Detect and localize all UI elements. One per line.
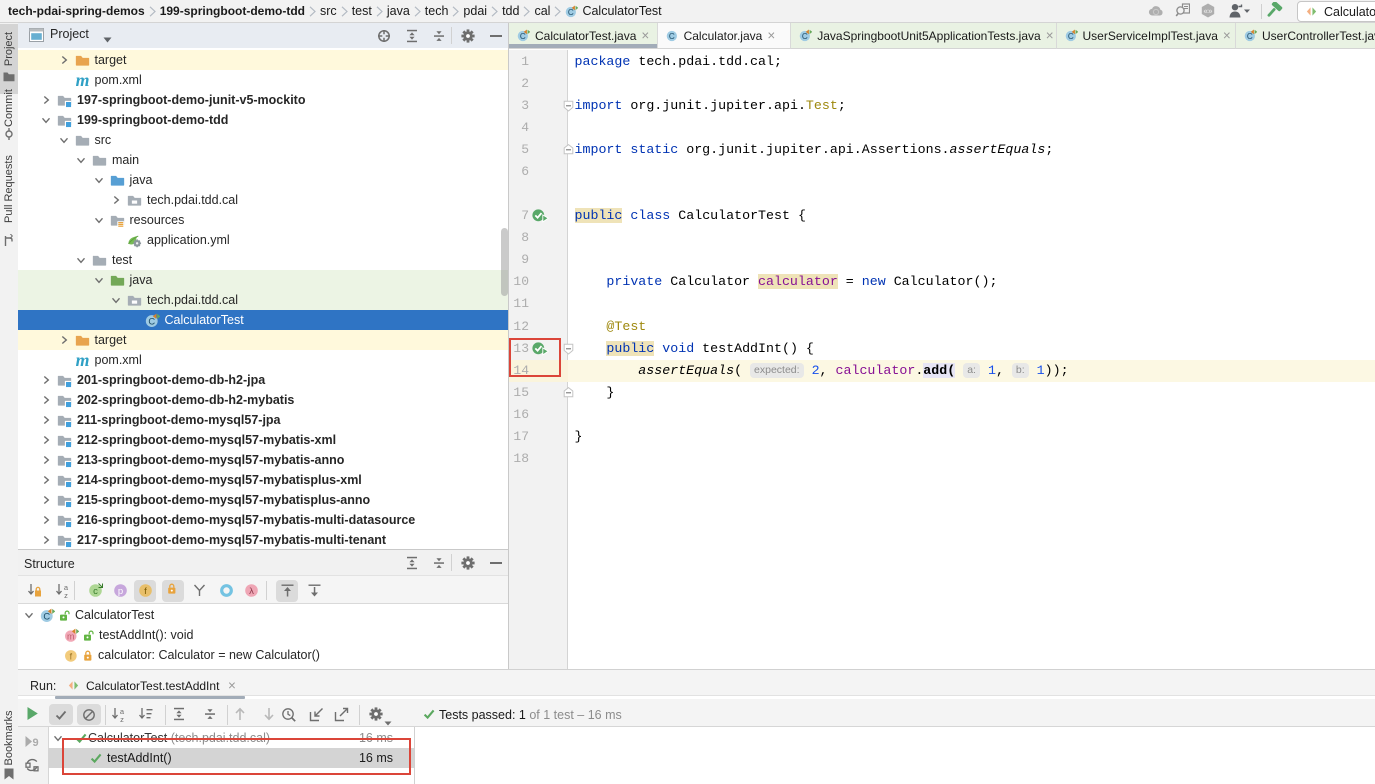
svg-text:9: 9 [32,737,38,749]
svg-text:m: m [67,631,74,641]
svg-text:C: C [802,32,808,41]
svg-text:C: C [669,32,675,41]
svg-text:λ: λ [249,586,254,597]
svg-text:z: z [64,591,68,598]
svg-text:m: m [75,73,89,88]
svg-text:p: p [118,586,123,597]
svg-text:f: f [144,586,147,597]
svg-text:z: z [120,715,124,722]
svg-text:«»: «» [1204,7,1213,16]
svg-text:C: C [568,8,574,17]
svg-text:C: C [148,316,155,326]
svg-text:c: c [93,586,98,597]
svg-text:C: C [43,611,50,621]
svg-text:C: C [1247,32,1253,41]
svg-text:C: C [520,32,526,41]
svg-text:m: m [75,353,89,368]
svg-text:C: C [1067,32,1073,41]
